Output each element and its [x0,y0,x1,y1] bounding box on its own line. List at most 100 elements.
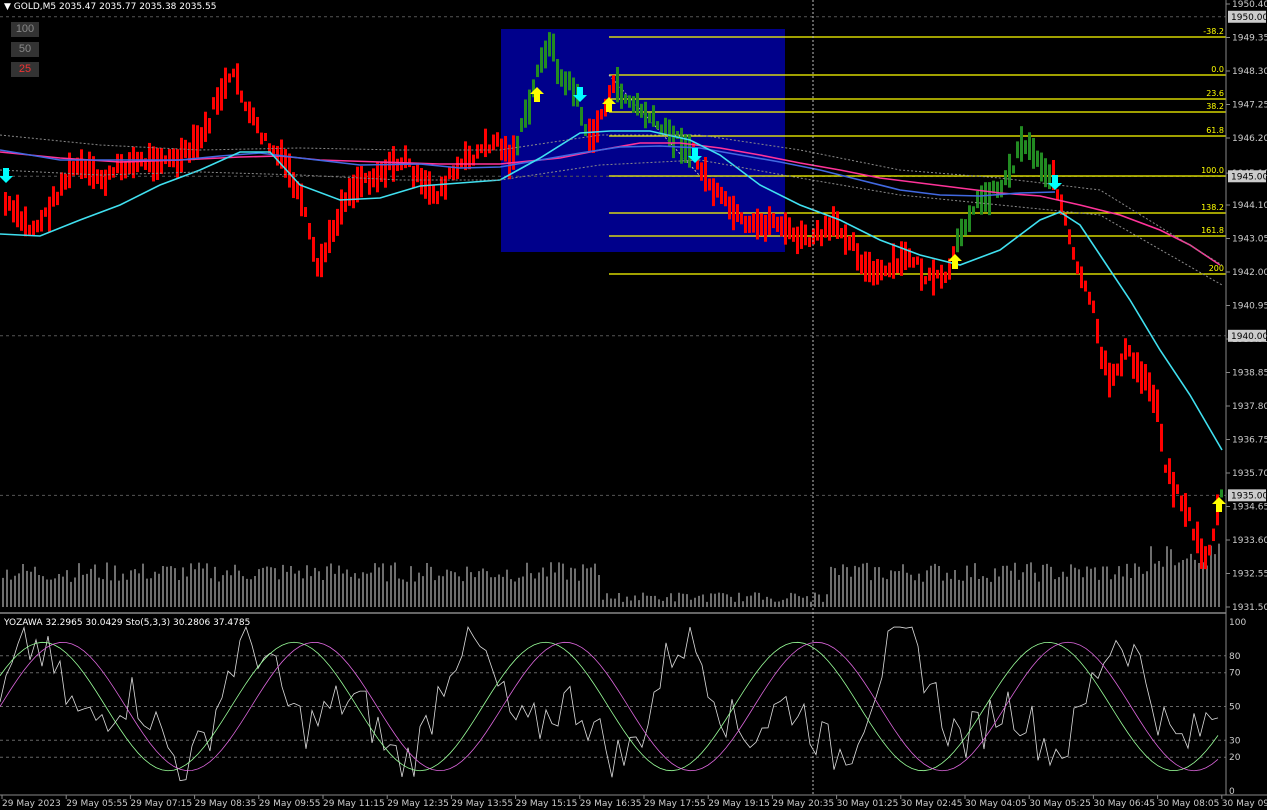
price-bar [900,241,903,276]
price-bar [600,109,603,120]
price-bar [180,137,183,173]
price-level-box-label: 1940.00 [1231,332,1267,342]
indicator-level-label: 80 [1229,652,1241,662]
price-bar [436,191,439,205]
price-tick-label: 1944.10 [1232,201,1267,211]
price-bar [728,196,731,220]
price-bar [760,213,763,236]
price-tick-label: 1949.35 [1232,34,1267,44]
price-bar [1104,350,1107,376]
price-bar [784,212,787,245]
price-bar [968,205,971,232]
fib-label: -38.2 [1203,27,1224,36]
price-bar [920,258,923,291]
price-bar [796,226,799,255]
price-bar [940,264,943,289]
price-bar [496,132,499,147]
price-bar [828,217,831,241]
price-bar [800,220,803,249]
time-tick-label: 30 May 04:05 [965,799,1027,809]
price-bar [48,196,51,232]
price-bar [616,66,619,103]
time-tick-label: 30 May 06:45 [1093,799,1155,809]
price-bar [840,228,843,239]
price-bar [680,127,683,164]
price-bar [896,258,899,274]
price-bar [860,254,863,275]
price-bar [312,236,315,262]
price-bar [300,183,303,217]
price-bar [44,207,47,217]
price-bar [880,259,883,281]
price-bar [904,241,907,270]
price-bar [712,178,715,207]
price-bar [388,151,391,171]
time-tick-label: 29 May 05:55 [66,799,128,809]
chart-title: ▼ GOLD,M5 2035.47 2035.77 2035.38 2035.5… [4,2,216,12]
fib-label: 138.2 [1201,203,1224,212]
price-bar [120,154,123,181]
price-bar [1068,229,1071,245]
price-bar [824,215,827,238]
price-bar [1056,189,1059,201]
ohlc-values: 2035.47 2035.77 2035.38 2035.55 [59,2,217,12]
price-level-box-label: 1935.00 [1231,491,1267,501]
price-bar [932,259,935,296]
price-bar [204,111,207,142]
price-bar [848,235,851,251]
price-bar [1024,140,1027,155]
price-bar [324,242,327,263]
price-level-box-label: 1945.00 [1231,172,1267,182]
price-bar [536,64,539,78]
price-bar [864,251,867,282]
zoom-button-50[interactable]: 50 [11,42,39,57]
price-bar [744,215,747,234]
time-tick-label: 30 May 05:25 [1029,799,1091,809]
price-bar [504,135,507,162]
price-bar [1172,471,1175,508]
price-bar [1036,150,1039,167]
price-bar [236,63,239,95]
price-bar [1204,546,1207,570]
price-bar [736,204,739,223]
price-tick-label: 1942.00 [1232,268,1267,278]
fib-label: 161.8 [1201,226,1224,235]
price-bar [780,216,783,237]
chart-canvas[interactable]: -38.2 0.0 23.6 38.2 61.8 100.0 138.2 161.8 20 0 1… [0,0,1267,810]
price-bar [768,206,771,235]
price-bar [928,267,931,281]
collapse-triangle-icon[interactable]: ▼ [4,2,11,12]
price-bar [740,212,743,225]
price-tick-label: 1931.50 [1232,603,1267,613]
price-level-box-label: 1950.00 [1231,13,1267,23]
price-bar [264,132,267,141]
price-bar [360,166,363,198]
price-bar [720,186,723,205]
price-bar [172,148,175,168]
price-bar [584,124,587,137]
price-bar [156,147,159,180]
price-bar [220,78,223,111]
price-tick-label: 1946.20 [1232,134,1267,144]
time-tick-label: 29 May 19:15 [708,799,770,809]
price-tick-label: 1934.65 [1232,503,1267,513]
price-bar [868,251,871,283]
price-bar [1088,291,1091,305]
price-bar [580,106,583,126]
price-bar [40,209,43,232]
price-bar [416,163,419,183]
price-tick-label: 1935.70 [1232,469,1267,479]
price-bar [368,171,371,195]
price-bar [428,171,431,205]
price-bar [64,173,67,190]
price-bar [484,128,487,158]
price-bar [956,228,959,253]
zoom-button-100[interactable]: 100 [11,22,39,37]
zoom-button-25[interactable]: 25 [11,62,39,77]
price-bar [988,182,991,216]
price-bar [140,151,143,167]
price-bar [52,186,55,207]
price-bar [572,77,575,107]
price-bar [528,89,531,125]
price-bar [612,75,615,94]
